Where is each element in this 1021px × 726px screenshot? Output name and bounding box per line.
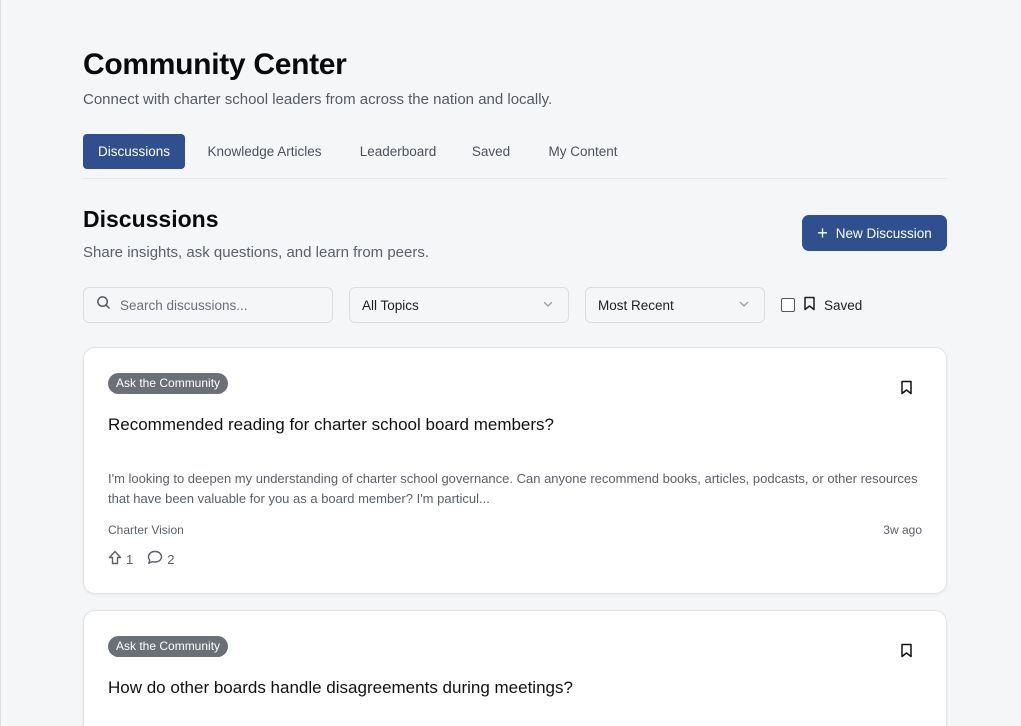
- arrow-up-icon: [108, 550, 122, 568]
- discussion-stats: 1 2: [108, 550, 174, 568]
- bookmark-icon[interactable]: [900, 380, 913, 400]
- search-input[interactable]: [120, 297, 310, 313]
- category-badge: Ask the Community: [108, 373, 229, 394]
- tab-discussions[interactable]: Discussions: [83, 134, 185, 169]
- bookmark-icon: [803, 296, 816, 314]
- discussion-title[interactable]: Recommended reading for charter school b…: [108, 415, 554, 435]
- discussion-title[interactable]: How do other boards handle disagreements…: [108, 678, 573, 698]
- section-subtitle: Share insights, ask questions, and learn…: [83, 244, 430, 261]
- tab-leaderboard[interactable]: Leaderboard: [347, 134, 449, 169]
- saved-filter-label: Saved: [824, 297, 863, 313]
- comment-count: 2: [167, 551, 175, 567]
- new-discussion-button[interactable]: + New Discussion: [802, 215, 947, 251]
- sort-select-value: Most Recent: [598, 297, 674, 313]
- category-badge: Ask the Community: [108, 636, 229, 657]
- saved-checkbox[interactable]: [781, 298, 795, 312]
- comment-button[interactable]: 2: [147, 550, 174, 568]
- discussion-card[interactable]: Ask the Community Recommended reading fo…: [83, 347, 947, 594]
- topic-select[interactable]: All Topics: [349, 287, 569, 323]
- search-icon: [96, 295, 111, 315]
- section-title: Discussions: [83, 206, 219, 232]
- page-subtitle: Connect with charter school leaders from…: [83, 91, 553, 108]
- upvote-count: 1: [126, 551, 134, 567]
- new-discussion-label: New Discussion: [835, 225, 932, 241]
- discussion-author: Charter Vision: [108, 523, 184, 537]
- chevron-down-icon: [542, 298, 554, 313]
- tab-bar: Discussions Knowledge Articles Leaderboa…: [83, 134, 947, 179]
- chevron-down-icon: [738, 298, 750, 313]
- page-title: Community Center: [83, 48, 347, 81]
- discussion-timestamp: 3w ago: [883, 523, 922, 537]
- page-left-border: [0, 0, 1, 726]
- topic-select-value: All Topics: [362, 297, 419, 313]
- search-box: [83, 287, 333, 323]
- saved-filter: Saved: [781, 296, 862, 314]
- discussion-card[interactable]: Ask the Community How do other boards ha…: [83, 610, 947, 726]
- tab-my-content[interactable]: My Content: [533, 134, 633, 169]
- tab-knowledge-articles[interactable]: Knowledge Articles: [188, 134, 341, 169]
- sort-select[interactable]: Most Recent: [585, 287, 765, 323]
- discussion-excerpt: I'm looking to deepen my understanding o…: [108, 471, 918, 506]
- plus-icon: +: [817, 223, 828, 243]
- upvote-button[interactable]: 1: [108, 550, 133, 568]
- bookmark-icon[interactable]: [900, 643, 913, 663]
- comment-icon: [147, 550, 163, 568]
- tab-saved[interactable]: Saved: [455, 134, 527, 169]
